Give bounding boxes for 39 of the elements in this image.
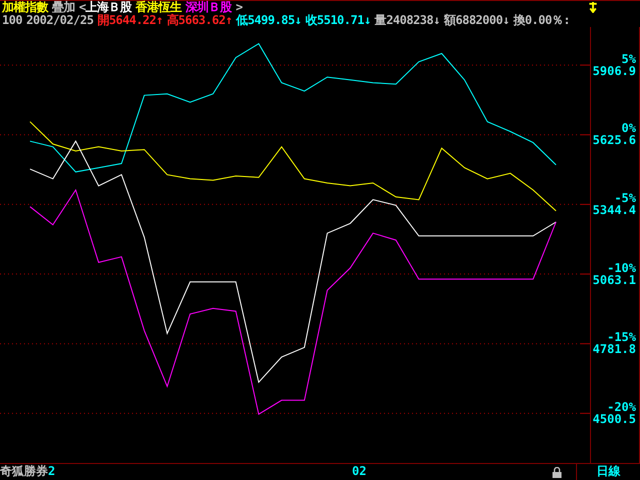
- axis-price-label: 5063.1: [592, 274, 636, 286]
- axis-percent-label: -10%: [606, 262, 636, 274]
- axis-percent-label: -20%: [606, 400, 636, 413]
- bracket-text: <: [79, 1, 86, 14]
- axis-price-label: 5906.9: [592, 64, 636, 77]
- period-count: 100: [2, 14, 22, 27]
- quote-value: 量2408238: [374, 14, 434, 27]
- chart-title: 加權指數: [2, 1, 48, 14]
- brand-suffix: 2: [48, 464, 56, 479]
- axis-percent-label: 5%: [620, 52, 636, 65]
- quote-value: 額6882000: [444, 14, 503, 27]
- axis-price-label: 4500.5: [592, 412, 636, 425]
- trend-arrow: ↓: [433, 14, 440, 27]
- axis-percent-label: -15%: [607, 331, 636, 344]
- trend-arrow: :: [563, 14, 570, 27]
- quote-value: 高5663.62: [166, 14, 226, 27]
- bracket-text: >: [236, 1, 242, 14]
- overlay-name: 上海Ｂ股: [86, 1, 132, 14]
- axis-percent-label: -5%: [613, 192, 636, 204]
- axis-price-label: 5344.4: [592, 204, 636, 216]
- trend-arrow: ↓: [294, 14, 302, 27]
- quote-value: 低5499.85: [236, 14, 295, 27]
- date-text: 2002/02/25: [26, 14, 94, 27]
- brand-name: 奇狐勝券: [0, 464, 48, 479]
- overlay-name: 香港恆生: [136, 1, 182, 14]
- lock-icon[interactable]: [552, 467, 562, 478]
- overlay-label: 疊加: [52, 1, 75, 14]
- axis-percent-label: 0%: [622, 122, 636, 134]
- trend-arrow: ↑: [225, 14, 232, 27]
- overlay-name: 深圳Ｂ股: [186, 1, 232, 14]
- quote-value: 換0.00％: [513, 14, 564, 27]
- axis-price-label: 5625.6: [592, 134, 636, 146]
- trend-arrow: ↓: [364, 14, 371, 27]
- quote-value: 收5510.71: [305, 14, 364, 27]
- trend-arrow: ↓: [502, 14, 510, 27]
- quote-value: 開5644.22: [97, 14, 156, 27]
- x-axis-label: 02: [352, 464, 366, 479]
- axis-price-label: 4781.8: [592, 343, 636, 356]
- trend-arrow: ↑: [156, 14, 163, 27]
